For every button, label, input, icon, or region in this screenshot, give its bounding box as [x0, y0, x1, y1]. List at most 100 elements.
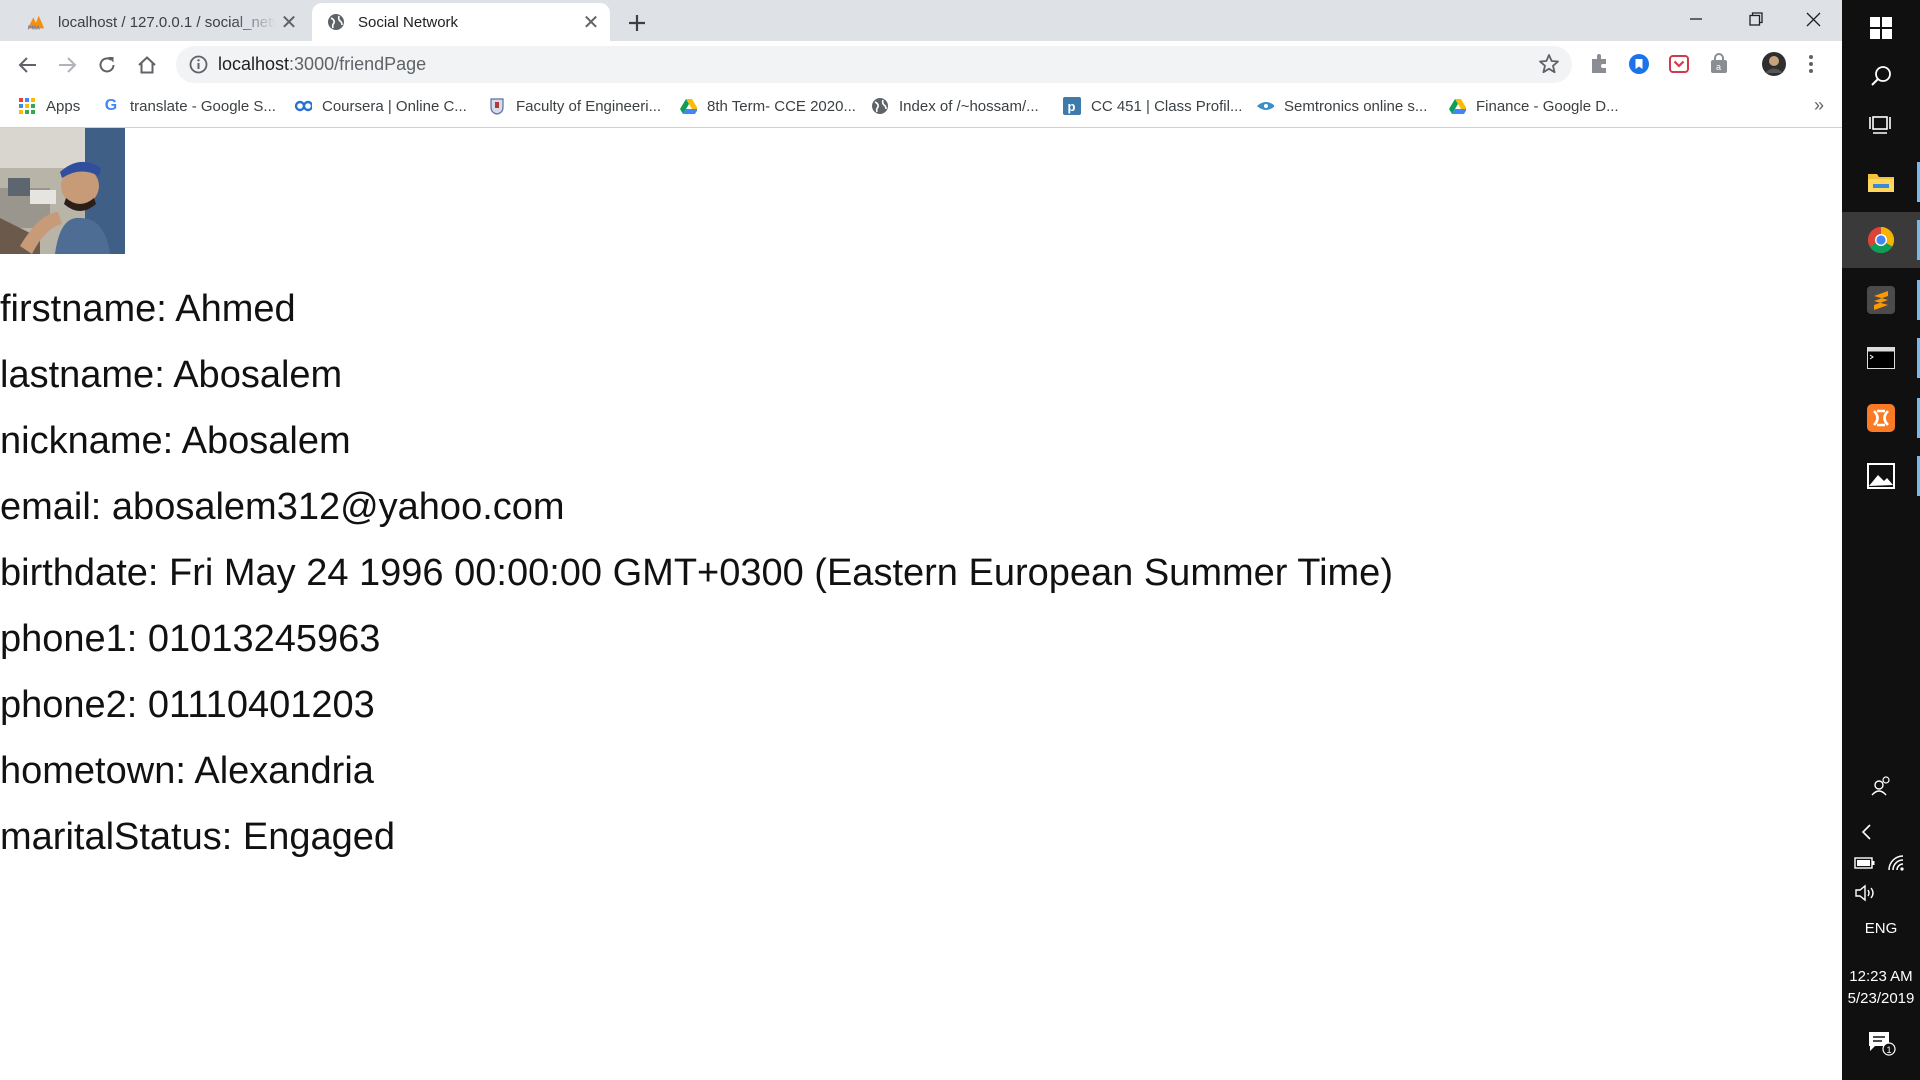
- profile-fields: firstname: Ahmed lastname: Abosalem nick…: [0, 276, 1393, 870]
- browser-window: PMA localhost / 127.0.0.1 / social_netwo…: [0, 0, 1842, 1080]
- task-view-icon: [1869, 116, 1891, 134]
- people-icon: [1871, 776, 1890, 796]
- profile-avatar[interactable]: [1761, 51, 1787, 77]
- sublime-text-icon: [1867, 286, 1895, 314]
- shopping-bag-icon[interactable]: a: [1706, 51, 1732, 77]
- svg-text:p: p: [1068, 99, 1076, 114]
- restore-icon: [1749, 12, 1763, 26]
- arrow-left-icon: [18, 57, 36, 73]
- google-drive-icon: [1448, 97, 1466, 115]
- bookmark-apps[interactable]: Apps: [18, 88, 80, 124]
- bookmark-index-hossam[interactable]: Index of /~hossam/...: [871, 88, 1039, 124]
- svg-text:a: a: [1716, 62, 1721, 72]
- bookmarks-bar: Apps G translate - Google S... Coursera …: [0, 88, 1842, 128]
- bookmark-translate[interactable]: G translate - Google S...: [102, 88, 276, 124]
- tab-title: localhost / 127.0.0.1 / social_network: [58, 13, 276, 31]
- field-hometown: hometown: Alexandria: [0, 750, 374, 792]
- sublime-text-button[interactable]: [1842, 272, 1920, 328]
- bookmark-label: Semtronics online s...: [1284, 97, 1428, 115]
- bookmark-label: Finance - Google D...: [1476, 97, 1619, 115]
- info-icon[interactable]: [188, 54, 209, 75]
- search-icon: [1871, 66, 1891, 86]
- field-email: email: abosalem312@yahoo.com: [0, 486, 565, 528]
- bookmark-label: translate - Google S...: [130, 97, 276, 115]
- wifi-icon[interactable]: [1858, 846, 1920, 880]
- address-bar[interactable]: localhost:3000/friendPage: [176, 46, 1572, 83]
- pocket-icon[interactable]: [1666, 51, 1692, 77]
- reload-button[interactable]: [91, 49, 123, 81]
- university-crest-icon: [488, 97, 506, 115]
- back-button[interactable]: [12, 49, 44, 81]
- bookmark-semtronics[interactable]: Semtronics online s...: [1256, 88, 1427, 124]
- phpmyadmin-icon: PMA: [26, 12, 46, 32]
- plus-icon: [629, 15, 645, 31]
- language-indicator[interactable]: ENG: [1842, 920, 1920, 937]
- url-text[interactable]: localhost:3000/friendPage: [218, 54, 426, 75]
- forward-button[interactable]: [51, 49, 83, 81]
- globe-icon: [871, 97, 889, 115]
- star-icon[interactable]: [1538, 53, 1560, 75]
- bookmark-label: Index of /~hossam/...: [899, 97, 1039, 115]
- arrow-right-icon: [59, 57, 77, 73]
- friend-page: firstname: Ahmed lastname: Abosalem nick…: [0, 128, 1842, 1080]
- close-icon: [1806, 12, 1820, 26]
- xampp-button[interactable]: [1842, 390, 1920, 446]
- windows-taskbar: ENG 12:23 AM 5/23/2019 1: [1842, 0, 1920, 1080]
- apps-grid-icon: [18, 97, 36, 115]
- windows-logo-icon: [1870, 17, 1892, 39]
- clock-time[interactable]: 12:23 AM: [1842, 968, 1920, 985]
- bookmark-label: Faculty of Engineeri...: [516, 97, 662, 115]
- bookmark-label: CC 451 | Class Profil...: [1091, 97, 1243, 115]
- menu-kebab-icon[interactable]: [1798, 51, 1824, 77]
- piazza-icon: p: [1063, 97, 1081, 115]
- reload-icon: [99, 57, 115, 73]
- chrome-icon: [1867, 226, 1895, 254]
- chrome-taskbar-button[interactable]: [1842, 212, 1920, 268]
- bookmark-coursera[interactable]: Coursera | Online C...: [294, 88, 467, 124]
- new-tab-button[interactable]: [620, 6, 654, 40]
- close-tab-icon[interactable]: ✕: [276, 9, 302, 35]
- bookmark-label: Apps: [46, 97, 81, 115]
- xampp-icon: [1867, 404, 1895, 432]
- clock-date[interactable]: 5/23/2019: [1842, 990, 1920, 1007]
- chevron-left-icon: [1861, 824, 1871, 840]
- home-icon: [138, 56, 156, 74]
- field-lastname: lastname: Abosalem: [0, 354, 343, 396]
- bookmark-cc451[interactable]: p CC 451 | Class Profil...: [1063, 88, 1242, 124]
- volume-icon[interactable]: [1826, 876, 1904, 910]
- bookmark-faculty[interactable]: Faculty of Engineeri...: [488, 88, 661, 124]
- photos-button[interactable]: [1842, 448, 1920, 504]
- tab-social-network[interactable]: Social Network ✕: [312, 3, 610, 41]
- notification-count: 1: [1887, 1045, 1892, 1055]
- home-button[interactable]: [131, 49, 163, 81]
- task-view-button[interactable]: [1842, 96, 1920, 152]
- action-center-button[interactable]: 1: [1842, 1018, 1920, 1068]
- bookmark-extension-icon[interactable]: [1626, 51, 1652, 77]
- semtronics-icon: [1256, 97, 1274, 115]
- close-tab-icon[interactable]: ✕: [578, 9, 604, 35]
- restore-button[interactable]: [1727, 0, 1785, 38]
- bookmarks-overflow-button[interactable]: »: [1814, 95, 1824, 116]
- file-explorer-button[interactable]: [1842, 154, 1920, 210]
- folder-icon: [1868, 174, 1894, 192]
- field-firstname: firstname: Ahmed: [0, 288, 296, 330]
- bookmark-finance[interactable]: Finance - Google D...: [1448, 88, 1619, 124]
- minimize-button[interactable]: [1667, 0, 1725, 38]
- tab-phpmyadmin[interactable]: PMA localhost / 127.0.0.1 / social_netwo…: [8, 3, 308, 41]
- url-host: localhost: [218, 54, 290, 74]
- profile-photo: [0, 128, 125, 254]
- tab-title: Social Network: [358, 13, 459, 31]
- extension-puzzle-icon[interactable]: [1586, 51, 1612, 77]
- field-birthdate: birthdate: Fri May 24 1996 00:00:00 GMT+…: [0, 552, 1393, 594]
- notification-icon: 1: [1869, 1032, 1896, 1056]
- google-drive-icon: [679, 97, 697, 115]
- terminal-button[interactable]: [1842, 330, 1920, 386]
- bookmark-label: Coursera | Online C...: [322, 97, 467, 115]
- bookmark-8th-term[interactable]: 8th Term- CCE 2020...: [679, 88, 856, 124]
- coursera-icon: [294, 97, 312, 115]
- close-window-button[interactable]: [1784, 0, 1842, 38]
- minimize-icon: [1690, 18, 1702, 20]
- field-phone2: phone2: 01110401203: [0, 684, 375, 726]
- browser-toolbar: localhost:3000/friendPage a: [0, 41, 1842, 88]
- people-button[interactable]: [1842, 765, 1920, 805]
